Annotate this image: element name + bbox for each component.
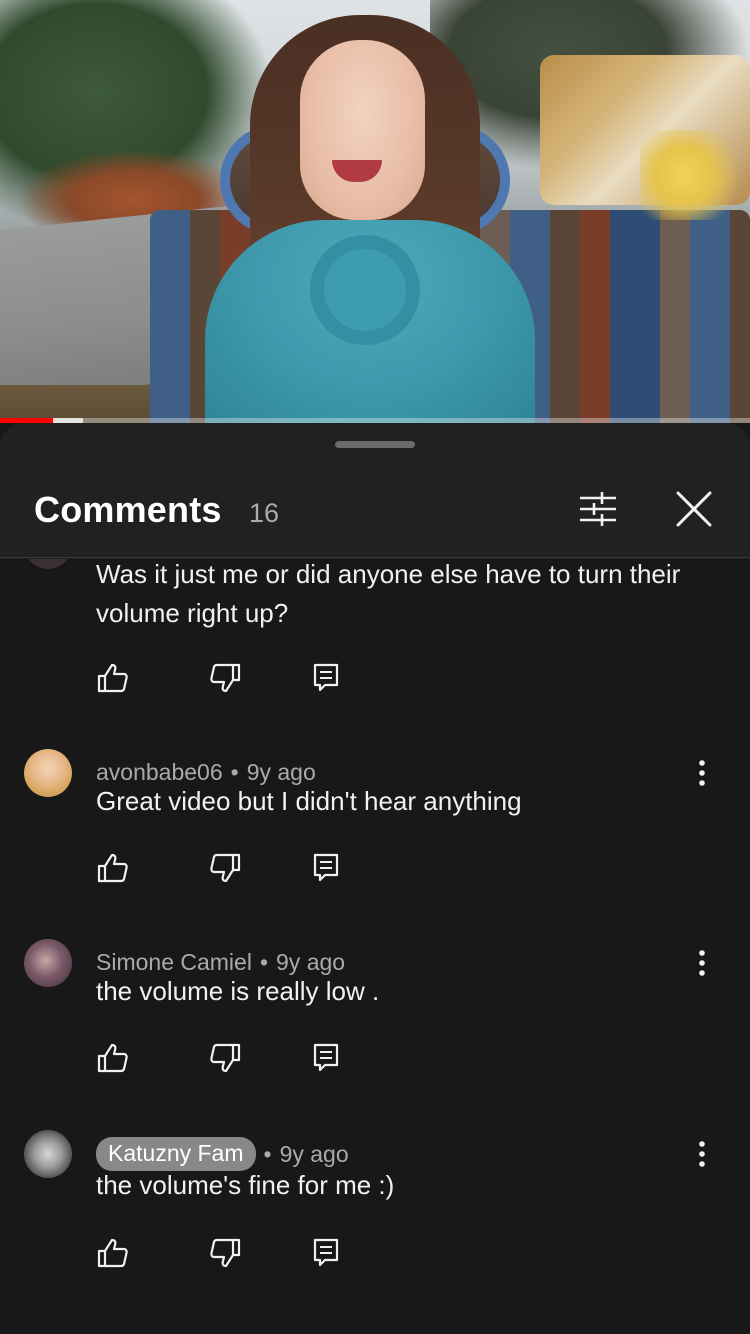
comment-item: Simone Camiel • 9y ago the volume is rea… [0, 939, 750, 1129]
thumbs-up-icon [97, 1043, 128, 1073]
comments-list[interactable]: Was it just me or did anyone else have t… [0, 559, 750, 1334]
more-vert-icon [699, 1141, 705, 1167]
video-person-collar [310, 235, 420, 345]
comment-actions [96, 661, 356, 695]
dislike-button[interactable] [208, 1236, 242, 1270]
comments-title: Comments [34, 489, 222, 530]
like-button[interactable] [96, 1041, 130, 1075]
comments-sheet: Comments 16 Was it just me or did anyone… [0, 423, 750, 1334]
sliders-icon [580, 492, 616, 526]
reply-button[interactable] [310, 1236, 344, 1270]
avatar[interactable] [24, 749, 72, 797]
video-player[interactable] [0, 0, 750, 423]
reply-icon [313, 1238, 339, 1267]
comment-actions [96, 1236, 356, 1270]
comment-actions [96, 851, 356, 885]
more-vert-icon [699, 950, 705, 976]
like-button[interactable] [96, 851, 130, 885]
like-button[interactable] [96, 661, 130, 695]
thumbs-up-icon [97, 1238, 128, 1268]
more-options-button[interactable] [686, 1134, 718, 1174]
comment-time: 9y ago [279, 1140, 349, 1167]
dislike-button[interactable] [208, 661, 242, 695]
close-icon [676, 491, 712, 527]
reply-button[interactable] [310, 1041, 344, 1075]
more-options-button[interactable] [686, 943, 718, 983]
dislike-button[interactable] [208, 1041, 242, 1075]
comment-actions [96, 1041, 356, 1075]
comment-text: Was it just me or did anyone else have t… [96, 559, 681, 628]
more-options-button[interactable] [686, 753, 718, 793]
thumbs-down-icon [210, 1238, 241, 1268]
thumbs-down-icon [210, 853, 241, 883]
reply-button[interactable] [310, 661, 344, 695]
comment-text: the volume's fine for me :) [96, 1170, 395, 1200]
comments-count: 16 [249, 498, 280, 528]
avatar[interactable] [24, 559, 72, 569]
drag-handle[interactable] [335, 441, 415, 448]
reply-icon [313, 853, 339, 882]
avatar[interactable] [24, 1130, 72, 1178]
comment-text: the volume is really low . [96, 976, 380, 1006]
like-button[interactable] [96, 1236, 130, 1270]
sort-filter-button[interactable] [574, 485, 622, 533]
dislike-button[interactable] [208, 851, 242, 885]
thumbs-up-icon [97, 663, 128, 693]
meta-separator: • [263, 1140, 272, 1167]
close-button[interactable] [670, 485, 718, 533]
comment-item: Katuzny Fam • 9y ago the volume's fine f… [0, 1130, 750, 1330]
video-scene-leaves [640, 130, 750, 220]
more-vert-icon [699, 760, 705, 786]
comment-item: avonbabe06 • 9y ago Great video but I di… [0, 749, 750, 939]
comment-text: Great video but I didn't hear anything [96, 786, 522, 816]
thumbs-down-icon [210, 1043, 241, 1073]
comment-item: Was it just me or did anyone else have t… [0, 559, 750, 739]
avatar[interactable] [24, 939, 72, 987]
thumbs-up-icon [97, 853, 128, 883]
thumbs-down-icon [210, 663, 241, 693]
reply-icon [313, 663, 339, 692]
video-person-face [300, 40, 425, 220]
reply-button[interactable] [310, 851, 344, 885]
reply-icon [313, 1043, 339, 1072]
comments-header: Comments 16 [0, 463, 750, 558]
